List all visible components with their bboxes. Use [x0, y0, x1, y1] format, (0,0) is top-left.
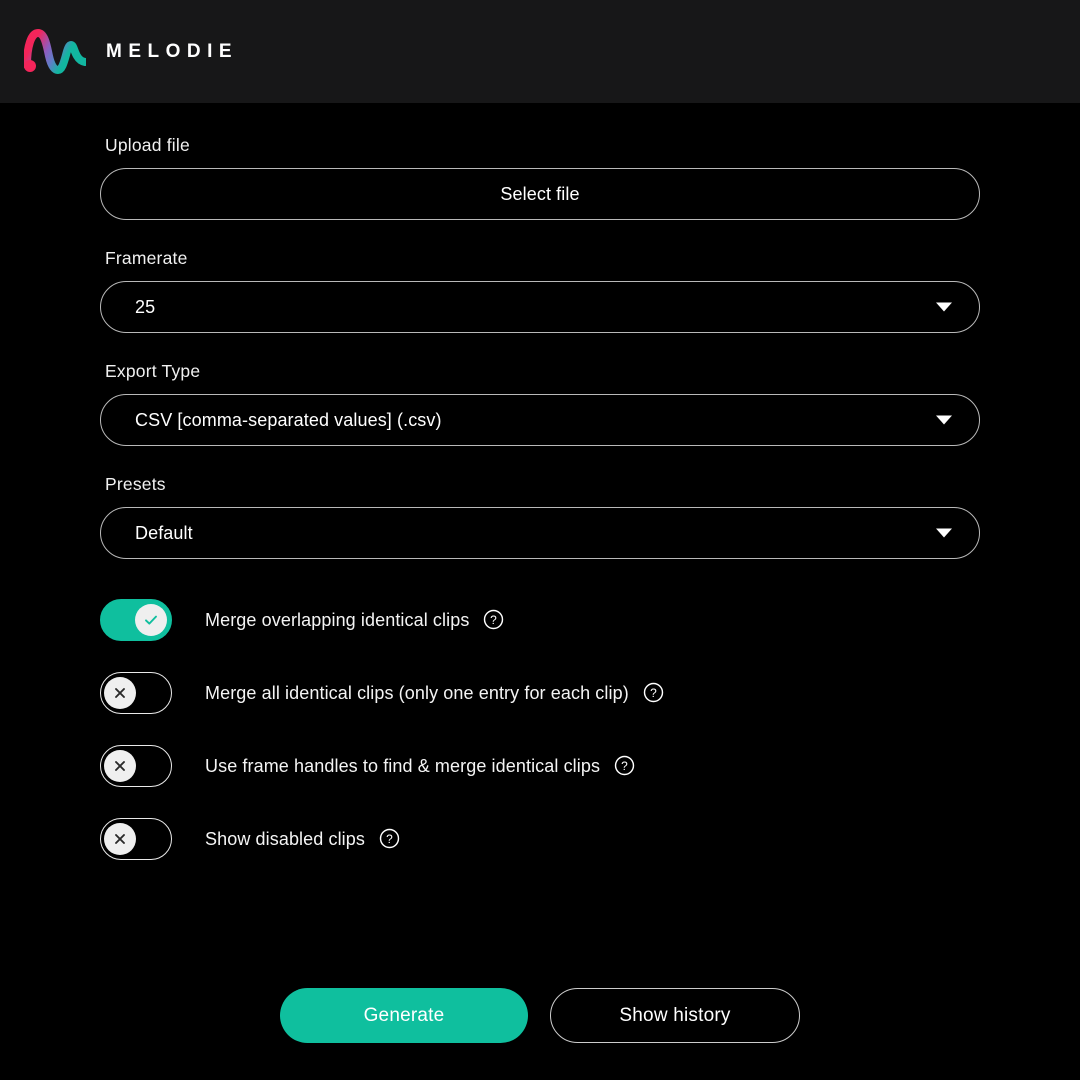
upload-file-label: Upload file: [105, 135, 190, 155]
upload-file-field: Upload file Select file: [100, 135, 980, 220]
toggle-row-show-disabled-clips: Show disabled clips ?: [100, 816, 980, 862]
toggle-show-disabled-clips[interactable]: [100, 818, 172, 860]
svg-text:?: ?: [491, 612, 498, 626]
toggle-row-merge-all-identical-clips: Merge all identical clips (only one entr…: [100, 670, 980, 716]
select-file-button[interactable]: Select file: [100, 168, 980, 220]
toggle-knob: [104, 823, 136, 855]
export-type-label: Export Type: [105, 361, 201, 381]
toggle-knob: [104, 750, 136, 782]
question-mark-icon[interactable]: ?: [643, 682, 664, 703]
toggle-label: Use frame handles to find & merge identi…: [205, 755, 601, 776]
export-type-select[interactable]: CSV [comma-separated values] (.csv): [100, 394, 980, 446]
svg-text:?: ?: [386, 831, 393, 845]
presets-select[interactable]: Default: [100, 507, 980, 559]
toggle-label: Merge all identical clips (only one entr…: [205, 682, 629, 703]
framerate-select[interactable]: 25: [100, 281, 980, 333]
action-buttons: Generate Show history: [0, 988, 1080, 1043]
chevron-down-icon: [936, 415, 952, 425]
presets-field: Presets Default: [100, 474, 980, 559]
presets-value: Default: [135, 522, 193, 543]
brand-name: MELODIE: [106, 41, 239, 62]
melodie-waveform-logo-icon: [24, 28, 86, 74]
framerate-field: Framerate 25: [100, 248, 980, 333]
question-mark-icon[interactable]: ?: [379, 828, 400, 849]
close-x-icon: [115, 834, 125, 844]
generate-button[interactable]: Generate: [280, 988, 528, 1043]
question-mark-icon[interactable]: ?: [614, 755, 635, 776]
app-header: MELODIE: [0, 0, 1080, 103]
presets-label: Presets: [105, 474, 166, 494]
chevron-down-icon: [936, 302, 952, 312]
framerate-label: Framerate: [105, 248, 188, 268]
melodie-app-window: MELODIE Upload file Select file Framerat…: [0, 0, 1080, 1080]
toggle-use-frame-handles[interactable]: [100, 745, 172, 787]
toggle-label: Merge overlapping identical clips: [205, 609, 470, 630]
svg-text:?: ?: [621, 758, 628, 772]
svg-text:?: ?: [650, 685, 657, 699]
framerate-value: 25: [135, 296, 156, 317]
export-type-field: Export Type CSV [comma-separated values]…: [100, 361, 980, 446]
toggle-options-group: Merge overlapping identical clips ? Merg…: [100, 597, 980, 862]
chevron-down-icon: [936, 528, 952, 538]
show-history-button[interactable]: Show history: [550, 988, 800, 1043]
toggle-row-use-frame-handles: Use frame handles to find & merge identi…: [100, 743, 980, 789]
toggle-merge-all-identical-clips[interactable]: [100, 672, 172, 714]
toggle-row-merge-overlapping-identical-clips: Merge overlapping identical clips ?: [100, 597, 980, 643]
check-icon: [145, 615, 157, 625]
close-x-icon: [115, 761, 125, 771]
question-mark-icon[interactable]: ?: [483, 609, 504, 630]
toggle-merge-overlapping-identical-clips[interactable]: [100, 599, 172, 641]
toggle-knob: [104, 677, 136, 709]
settings-form: Upload file Select file Framerate 25 Exp…: [0, 103, 1080, 862]
close-x-icon: [115, 688, 125, 698]
select-file-button-label: Select file: [500, 183, 580, 204]
toggle-label: Show disabled clips: [205, 828, 365, 849]
export-type-value: CSV [comma-separated values] (.csv): [135, 409, 442, 430]
toggle-knob: [135, 604, 167, 636]
